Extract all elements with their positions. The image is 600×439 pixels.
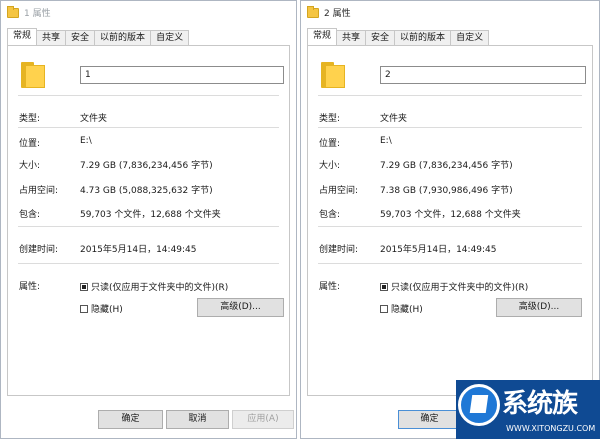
contains-label: 包含: (19, 210, 41, 220)
type-label: 类型: (19, 114, 41, 124)
tab-previous-versions[interactable]: 以前的版本 (94, 30, 152, 45)
checkbox-icon[interactable] (380, 304, 388, 313)
tab-customize[interactable]: 自定义 (450, 30, 490, 45)
divider (18, 95, 279, 96)
hidden-label: 隐藏(H) (391, 305, 423, 315)
title-bar[interactable]: 2 属性 (301, 1, 599, 24)
created-value: 2015年5月14日，14:49:45 (380, 245, 497, 255)
location-value: E:\ (80, 136, 92, 146)
window-title: 1 属性 (24, 9, 51, 19)
divider (318, 95, 582, 96)
readonly-label: 只读(仅应用于文件夹中的文件)(R) (91, 283, 229, 293)
windows-logo-icon (458, 384, 500, 426)
size-on-disk-label: 占用空间: (19, 186, 59, 196)
readonly-checkbox[interactable]: 只读(仅应用于文件夹中的文件)(R) (380, 280, 528, 293)
location-label: 位置: (319, 139, 341, 149)
general-panel: 1 类型: 文件夹 位置: E:\ 大小: 7.29 GB (7,836,234… (7, 45, 290, 396)
hidden-checkbox[interactable]: 隐藏(H) (380, 302, 423, 315)
divider (18, 226, 279, 227)
contains-label: 包含: (319, 210, 341, 220)
folder-name-input[interactable]: 1 (80, 66, 284, 84)
size-on-disk-label: 占用空间: (319, 186, 359, 196)
attributes-label: 属性: (319, 282, 341, 292)
tab-strip: 常规 共享 安全 以前的版本 自定义 (307, 28, 490, 46)
watermark-logo: 系统族 WWW.XITONGZU.COM (456, 380, 600, 439)
size-on-disk-value: 7.38 GB (7,930,986,496 字节) (380, 186, 513, 196)
size-value: 7.29 GB (7,836,234,456 字节) (380, 161, 513, 171)
tab-general[interactable]: 常规 (307, 28, 338, 45)
watermark-text: 系统族 (502, 389, 578, 419)
attributes-label: 属性: (19, 282, 41, 292)
type-label: 类型: (319, 114, 341, 124)
size-label: 大小: (19, 161, 41, 171)
apply-button[interactable]: 应用(A) (232, 410, 294, 429)
location-value: E:\ (380, 136, 392, 146)
created-label: 创建时间: (319, 245, 359, 255)
readonly-checkbox[interactable]: 只读(仅应用于文件夹中的文件)(R) (80, 280, 228, 293)
divider (18, 263, 279, 264)
contains-value: 59,703 个文件，12,688 个文件夹 (380, 210, 521, 220)
folder-icon (21, 62, 45, 88)
checkbox-indeterminate-icon[interactable] (80, 282, 88, 291)
tab-sharing[interactable]: 共享 (36, 30, 67, 45)
window-title: 2 属性 (324, 9, 351, 19)
tab-security[interactable]: 安全 (365, 30, 396, 45)
tab-general[interactable]: 常规 (7, 28, 38, 45)
checkbox-icon[interactable] (80, 304, 88, 313)
divider (18, 127, 279, 128)
tab-customize[interactable]: 自定义 (150, 30, 190, 45)
ok-button[interactable]: 确定 (98, 410, 163, 429)
advanced-button[interactable]: 高级(D)... (197, 298, 284, 317)
title-bar[interactable]: 1 属性 (1, 1, 296, 24)
type-value: 文件夹 (80, 114, 108, 124)
cancel-button[interactable]: 取消 (166, 410, 229, 429)
folder-icon (7, 5, 19, 18)
folder-icon (321, 62, 345, 88)
divider (318, 127, 582, 128)
hidden-label: 隐藏(H) (91, 305, 123, 315)
divider (318, 263, 582, 264)
folder-icon (307, 5, 319, 18)
watermark-url: WWW.XITONGZU.COM (506, 424, 596, 433)
tab-sharing[interactable]: 共享 (336, 30, 367, 45)
advanced-button[interactable]: 高级(D)... (496, 298, 582, 317)
readonly-label: 只读(仅应用于文件夹中的文件)(R) (391, 283, 529, 293)
properties-window-2: 2 属性 常规 共享 安全 以前的版本 自定义 2 类型: 文件夹 位置: E:… (300, 0, 600, 439)
size-value: 7.29 GB (7,836,234,456 字节) (80, 161, 213, 171)
created-value: 2015年5月14日，14:49:45 (80, 245, 197, 255)
general-panel: 2 类型: 文件夹 位置: E:\ 大小: 7.29 GB (7,836,234… (307, 45, 593, 396)
ok-button[interactable]: 确定 (398, 410, 461, 429)
created-label: 创建时间: (19, 245, 59, 255)
size-on-disk-value: 4.73 GB (5,088,325,632 字节) (80, 186, 213, 196)
tab-strip: 常规 共享 安全 以前的版本 自定义 (7, 28, 190, 46)
properties-window-1: 1 属性 常规 共享 安全 以前的版本 自定义 1 类型: 文件夹 位置: E:… (0, 0, 297, 439)
hidden-checkbox[interactable]: 隐藏(H) (80, 302, 123, 315)
divider (318, 226, 582, 227)
tab-security[interactable]: 安全 (65, 30, 96, 45)
checkbox-indeterminate-icon[interactable] (380, 282, 388, 291)
type-value: 文件夹 (380, 114, 408, 124)
location-label: 位置: (19, 139, 41, 149)
contains-value: 59,703 个文件，12,688 个文件夹 (80, 210, 221, 220)
tab-previous-versions[interactable]: 以前的版本 (394, 30, 452, 45)
folder-name-input[interactable]: 2 (380, 66, 586, 84)
size-label: 大小: (319, 161, 341, 171)
